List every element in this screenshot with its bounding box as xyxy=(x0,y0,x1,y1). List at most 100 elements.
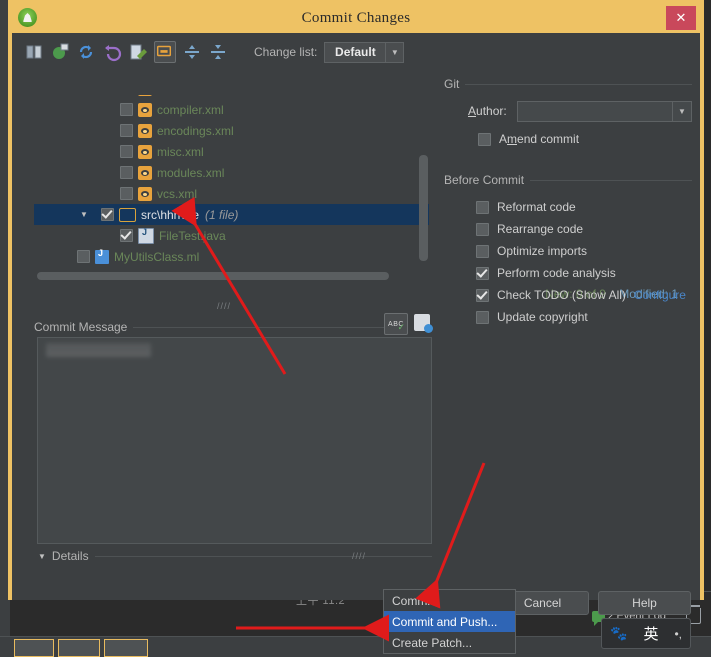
option-label: Optimize imports xyxy=(497,244,588,258)
optimize-imports-checkbox[interactable] xyxy=(476,244,489,258)
table-row[interactable]: misc.xml xyxy=(34,141,429,162)
dialog-title-bar[interactable]: Commit Changes ✕ xyxy=(12,4,700,33)
commit-message-label: Commit Message xyxy=(34,320,128,334)
refresh-icon[interactable] xyxy=(76,42,96,62)
file-name: compiler.xml xyxy=(157,102,224,117)
update-copyright-checkbox[interactable] xyxy=(476,310,489,324)
author-input[interactable]: ▼ xyxy=(516,100,692,122)
collapse-all-icon[interactable] xyxy=(208,42,228,62)
row-checkbox[interactable] xyxy=(120,124,133,137)
option-reformat-code[interactable]: Reformat code xyxy=(476,196,692,218)
table-row[interactable]: modules.xml xyxy=(34,162,429,183)
dialog-title: Commit Changes xyxy=(301,10,411,26)
help-button[interactable]: Help xyxy=(598,591,691,615)
java-blue-file-icon xyxy=(95,248,109,264)
row-checkbox[interactable] xyxy=(120,166,133,179)
chevron-down-icon[interactable]: ▼ xyxy=(77,210,91,219)
xml-file-icon xyxy=(138,144,152,159)
expand-all-icon[interactable] xyxy=(182,42,202,62)
ide-bottom-tab-2[interactable] xyxy=(58,639,100,657)
details-grip[interactable]: //// xyxy=(352,551,366,561)
edit-source-icon[interactable] xyxy=(128,42,148,62)
close-button[interactable]: ✕ xyxy=(666,6,696,30)
xml-file-icon xyxy=(138,165,152,180)
details-section-toggle[interactable]: ▼ Details xyxy=(38,548,432,564)
change-list-dropdown[interactable]: Default ▼ xyxy=(324,41,405,63)
table-row[interactable]: ▼ src\hhh\file (1 file) xyxy=(34,204,429,225)
menu-item-commit[interactable]: Commit xyxy=(384,590,515,611)
option-label: Reformat code xyxy=(497,200,576,214)
splitter-grip[interactable]: //// xyxy=(217,301,231,311)
configure-link[interactable]: Configure xyxy=(634,288,686,302)
tree-horizontal-scrollbar[interactable] xyxy=(34,272,429,281)
chevron-down-icon: ▼ xyxy=(385,42,403,62)
rollback-icon[interactable] xyxy=(102,42,122,62)
spellcheck-icon[interactable]: ABC ✓ xyxy=(384,313,408,335)
divider xyxy=(530,179,692,181)
row-checkbox[interactable] xyxy=(120,103,133,116)
divider xyxy=(133,326,385,328)
table-row[interactable]: FileTest.java xyxy=(34,225,429,246)
row-checkbox[interactable] xyxy=(120,229,133,242)
amend-commit-label: Amend commit xyxy=(499,132,580,146)
chevron-down-icon[interactable]: ▼ xyxy=(38,552,46,561)
option-check-todo[interactable]: Check TODO (Show All) Configure xyxy=(476,284,692,306)
table-row[interactable]: vcs.xml xyxy=(34,183,429,204)
group-by-directory-icon[interactable] xyxy=(154,41,176,63)
application-icon xyxy=(18,8,37,27)
dialog-body: Change list: Default ▼ compiler.xml enco… xyxy=(12,33,700,615)
menu-item-create-patch[interactable]: Create Patch... xyxy=(384,632,515,653)
row-checkbox[interactable] xyxy=(101,208,114,221)
perform-code-analysis-checkbox[interactable] xyxy=(476,266,489,280)
option-perform-code-analysis[interactable]: Perform code analysis xyxy=(476,262,692,284)
tree-vertical-scrollbar[interactable] xyxy=(419,99,428,273)
java-file-icon xyxy=(138,227,154,244)
changes-toolbar: Change list: Default ▼ xyxy=(24,38,688,66)
chevron-down-icon[interactable]: ▼ xyxy=(672,101,691,121)
revert-icon[interactable] xyxy=(50,42,70,62)
row-checkbox[interactable] xyxy=(120,145,133,158)
amend-commit-row[interactable]: Amend commit xyxy=(478,128,692,150)
changed-files-tree[interactable]: compiler.xml encodings.xml misc.xml modu… xyxy=(34,95,429,277)
option-optimize-imports[interactable]: Optimize imports xyxy=(476,240,692,262)
file-name: modules.xml xyxy=(157,165,225,180)
reformat-code-checkbox[interactable] xyxy=(476,200,489,214)
table-row[interactable]: MyUtilsClass.ml xyxy=(34,246,429,267)
message-history-icon[interactable] xyxy=(414,314,433,333)
xml-file-icon xyxy=(138,102,152,117)
scrollbar-thumb[interactable] xyxy=(37,272,389,280)
details-label: Details xyxy=(51,549,89,563)
toolbar-icon-group xyxy=(24,41,228,63)
option-rearrange-code[interactable]: Rearrange code xyxy=(476,218,692,240)
commit-dropdown-menu[interactable]: Commit Commit and Push... Create Patch..… xyxy=(383,589,516,654)
before-commit-label: Before Commit xyxy=(444,173,525,187)
scrollbar-thumb[interactable] xyxy=(419,155,428,261)
amend-commit-checkbox[interactable] xyxy=(478,132,491,146)
xml-file-icon xyxy=(138,95,152,96)
ime-language-toggle[interactable]: 英 xyxy=(643,623,658,644)
row-checkbox[interactable] xyxy=(77,250,90,263)
menu-item-commit-and-push[interactable]: Commit and Push... xyxy=(384,611,515,632)
rearrange-code-checkbox[interactable] xyxy=(476,222,489,236)
row-checkbox[interactable] xyxy=(120,187,133,200)
xml-file-icon xyxy=(138,123,152,138)
table-row[interactable]: encodings.xml xyxy=(34,120,429,141)
ide-bottom-tab-3[interactable] xyxy=(104,639,148,657)
table-row[interactable]: compiler.xml xyxy=(34,99,429,120)
file-name xyxy=(157,95,160,96)
ime-toolbar[interactable]: 🐾 英 •, xyxy=(601,618,691,649)
commit-message-input[interactable] xyxy=(37,337,432,544)
before-commit-group: Before Commit Reformat code Rearrange co… xyxy=(444,173,692,328)
file-name: FileTest.java xyxy=(159,228,226,243)
menu-item-label: Commit and Push... xyxy=(392,614,498,629)
show-diff-icon[interactable] xyxy=(24,42,44,62)
ide-bottom-tab-1[interactable] xyxy=(14,639,54,657)
commit-message-header: Commit Message xyxy=(34,319,429,335)
check-todo-checkbox[interactable] xyxy=(476,288,489,302)
baidu-paw-icon[interactable]: 🐾 xyxy=(610,625,627,642)
option-label: Rearrange code xyxy=(497,222,584,236)
option-label: Perform code analysis xyxy=(497,266,616,280)
git-group-header: Git xyxy=(444,77,692,91)
option-update-copyright[interactable]: Update copyright xyxy=(476,306,692,328)
ime-punctuation-toggle[interactable]: •, xyxy=(674,627,682,641)
